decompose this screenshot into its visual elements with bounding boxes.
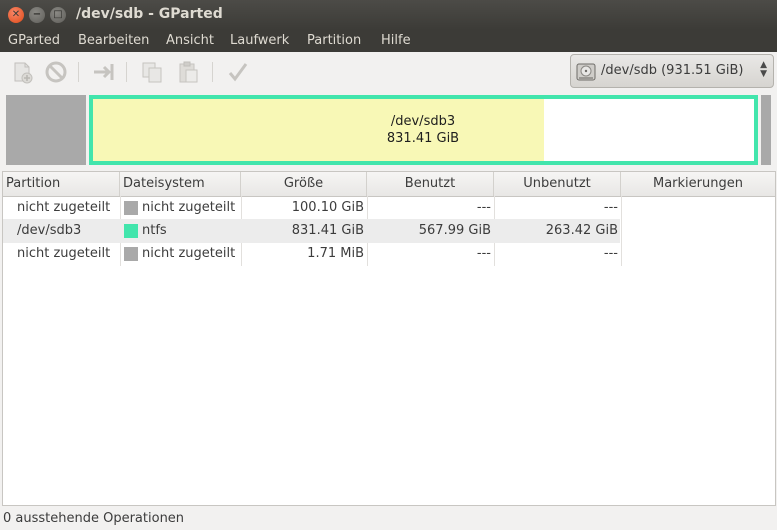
paste-icon[interactable]: [176, 60, 200, 84]
toolbar-separator: [126, 62, 127, 82]
menu-laufwerk[interactable]: Laufwerk: [230, 33, 289, 48]
table-row[interactable]: nicht zugeteilt nicht zugeteilt 1.71 MiB…: [3, 242, 620, 266]
table-row[interactable]: /dev/sdb3 ntfs 831.41 GiB 567.99 GiB 263…: [3, 219, 620, 243]
cell-size: 831.41 GiB: [291, 223, 364, 238]
column-header-partition[interactable]: Partition: [3, 172, 120, 196]
resize-move-icon[interactable]: [92, 60, 116, 84]
partition-table: Partition Dateisystem Größe Benutzt Unbe…: [2, 171, 776, 506]
cell-unused: 263.42 GiB: [545, 223, 618, 238]
chevron-updown-icon: ▲ ▼: [760, 60, 767, 79]
table-row[interactable]: nicht zugeteilt nicht zugeteilt 100.10 G…: [3, 196, 620, 220]
menu-gparted[interactable]: GParted: [8, 33, 60, 48]
cell-unused: ---: [603, 246, 618, 261]
partition-segment-name: /dev/sdb3: [390, 114, 456, 129]
cell-filesystem: nicht zugeteilt: [142, 246, 236, 261]
cell-used: ---: [476, 200, 491, 215]
partition-segment-label: /dev/sdb3 831.41 GiB: [93, 113, 753, 147]
cell-partition: nicht zugeteilt: [17, 200, 111, 215]
table-header: Partition Dateisystem Größe Benutzt Unbe…: [3, 172, 775, 197]
cell-size: 1.71 MiB: [307, 246, 364, 261]
cell-used: ---: [476, 246, 491, 261]
cell-partition: nicht zugeteilt: [17, 246, 111, 261]
column-header-benutzt[interactable]: Benutzt: [367, 172, 494, 196]
toolbar-separator: [212, 62, 213, 82]
title-bar: ✕ − □ /dev/sdb - GParted: [0, 0, 777, 30]
menu-bar: GParted Bearbeiten Ansicht Laufwerk Part…: [0, 30, 777, 52]
cell-partition: /dev/sdb3: [17, 223, 82, 238]
partition-segment-size: 831.41 GiB: [386, 131, 460, 146]
close-window-button[interactable]: ✕: [8, 7, 24, 23]
menu-hilfe[interactable]: Hilfe: [381, 33, 411, 48]
cell-used: 567.99 GiB: [418, 223, 491, 238]
partition-segment-sdb3[interactable]: /dev/sdb3 831.41 GiB: [89, 95, 758, 165]
new-partition-icon[interactable]: [10, 60, 34, 84]
minimize-window-button[interactable]: −: [29, 7, 45, 23]
column-header-markierungen[interactable]: Markierungen: [621, 172, 775, 196]
unallocated-segment[interactable]: [6, 95, 86, 165]
filesystem-color-swatch: [124, 247, 138, 261]
column-header-groesse[interactable]: Größe: [241, 172, 367, 196]
delete-icon[interactable]: [44, 60, 68, 84]
menu-bearbeiten[interactable]: Bearbeiten: [78, 33, 149, 48]
cell-filesystem: ntfs: [142, 223, 167, 238]
filesystem-color-swatch: [124, 201, 138, 215]
pending-operations-text: 0 ausstehende Operationen: [3, 511, 185, 526]
column-divider: [621, 196, 622, 266]
disk-map: /dev/sdb3 831.41 GiB: [0, 92, 777, 168]
cell-filesystem: nicht zugeteilt: [142, 200, 236, 215]
cell-size: 100.10 GiB: [291, 200, 364, 215]
harddisk-icon: [575, 61, 597, 87]
window-title: /dev/sdb - GParted: [76, 6, 223, 22]
column-header-dateisystem[interactable]: Dateisystem: [120, 172, 241, 196]
unallocated-segment[interactable]: [761, 95, 771, 165]
cell-unused: ---: [603, 200, 618, 215]
menu-partition[interactable]: Partition: [307, 33, 361, 48]
column-header-unbenutzt[interactable]: Unbenutzt: [494, 172, 621, 196]
device-selector[interactable]: /dev/sdb (931.51 GiB) ▲ ▼: [570, 54, 774, 88]
menu-ansicht[interactable]: Ansicht: [166, 33, 214, 48]
copy-icon[interactable]: [140, 60, 164, 84]
status-bar: 0 ausstehende Operationen: [0, 508, 777, 530]
apply-icon[interactable]: [226, 60, 250, 84]
filesystem-color-swatch: [124, 224, 138, 238]
toolbar-separator: [78, 62, 79, 82]
device-selector-value: /dev/sdb (931.51 GiB): [601, 63, 744, 78]
maximize-window-button[interactable]: □: [50, 7, 66, 23]
